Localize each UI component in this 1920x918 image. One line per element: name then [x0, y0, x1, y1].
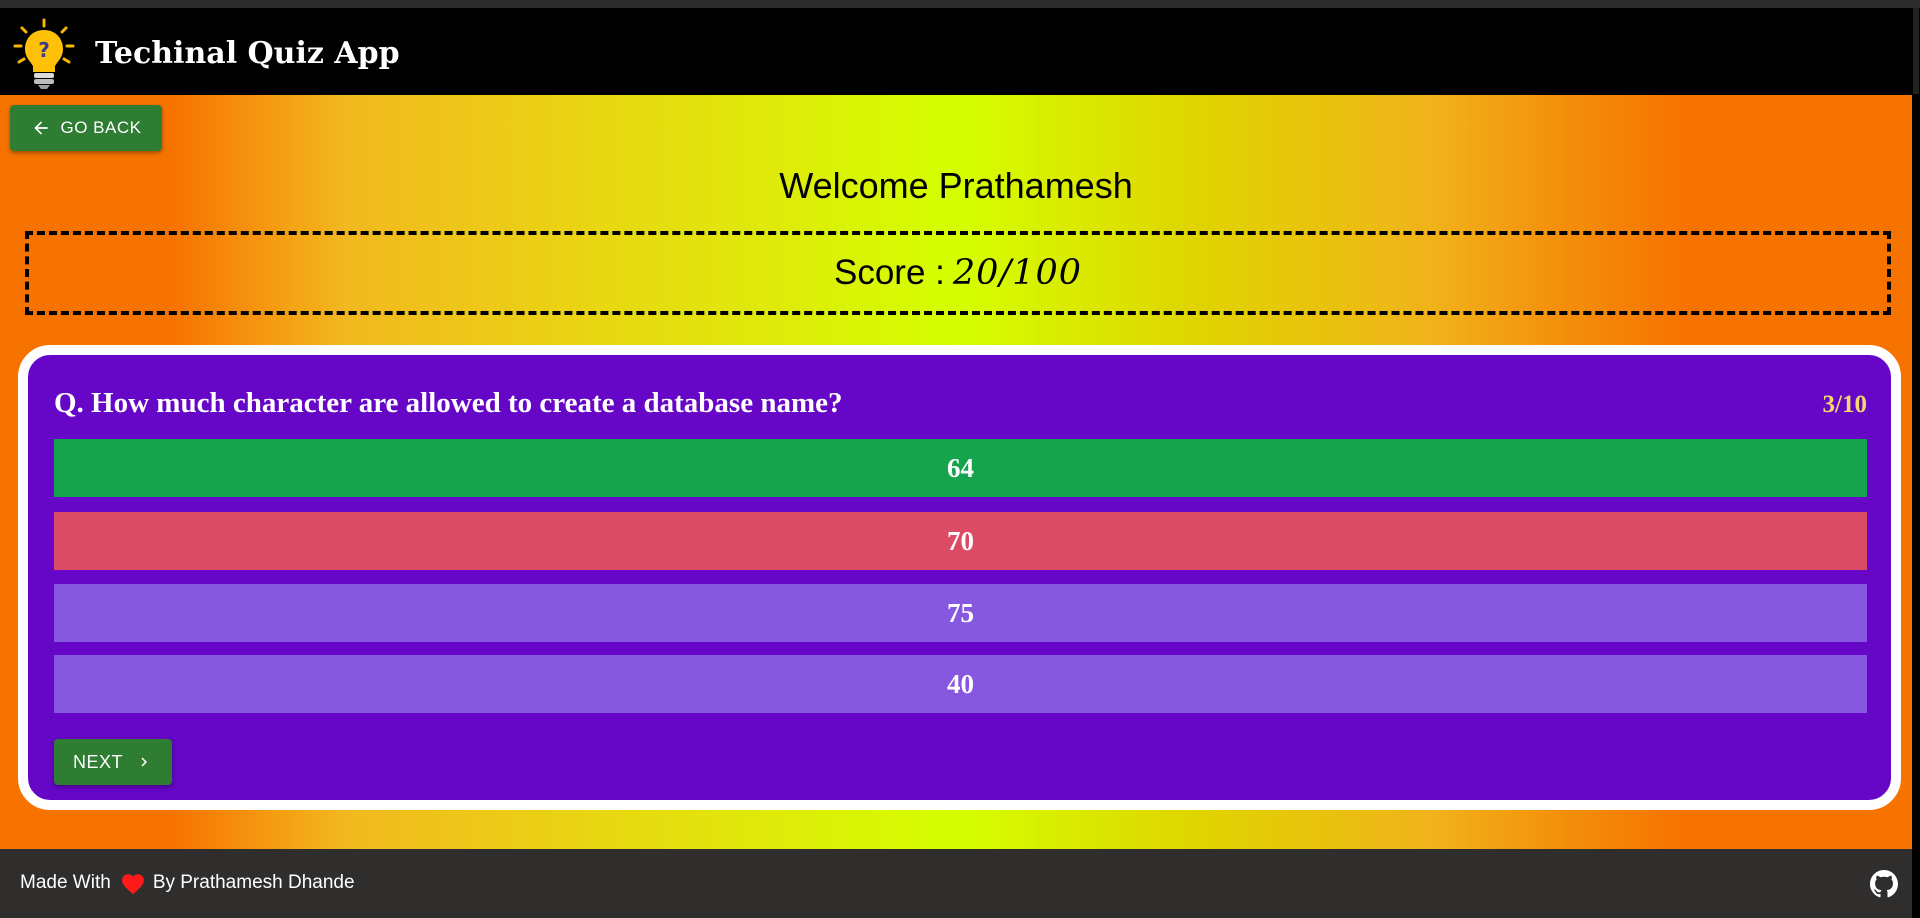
score-label: Score :	[833, 253, 945, 292]
welcome-heading: Welcome Prathamesh	[779, 165, 1133, 206]
question-counter: 3/10	[1822, 391, 1867, 418]
quiz-card: Q. How much character are allowed to cre…	[18, 345, 1901, 810]
next-label: NEXT	[72, 751, 123, 772]
go-back-button[interactable]: GO BACK	[10, 105, 162, 151]
heart-icon	[119, 871, 147, 895]
main-area: GO BACK Welcome Prathamesh Score : 20/10…	[0, 95, 1912, 849]
scrollbar-thumb[interactable]	[1913, 8, 1919, 94]
answer-option-wrong[interactable]: 70	[54, 512, 1867, 570]
next-button[interactable]: NEXT	[54, 739, 172, 785]
answer-option-label: 75	[947, 597, 974, 628]
app-header: ? Techinal Quiz App	[0, 8, 1920, 95]
footer-credit: Made With By Prathamesh Dhande	[20, 871, 355, 895]
footer: Made With By Prathamesh Dhande	[0, 849, 1912, 918]
answer-option-label: 64	[947, 452, 974, 483]
chevron-right-icon	[135, 753, 153, 771]
author-text: By Prathamesh Dhande	[152, 872, 355, 893]
score-value: 20/100	[952, 253, 1083, 293]
answer-option-label: 70	[947, 525, 974, 556]
answer-option[interactable]: 75	[54, 584, 1867, 642]
made-with-text: Made With	[20, 872, 111, 893]
github-icon[interactable]	[1870, 870, 1898, 898]
score-box: Score : 20/100	[25, 231, 1891, 315]
arrow-left-icon	[31, 118, 51, 138]
go-back-label: GO BACK	[60, 118, 142, 137]
window-top-edge	[0, 0, 1920, 8]
answer-option-label: 40	[947, 668, 974, 699]
answer-option[interactable]: 40	[54, 655, 1867, 713]
answer-option-correct[interactable]: 64	[54, 439, 1867, 497]
app-title: Techinal Quiz App	[95, 36, 400, 71]
question-text: Q. How much character are allowed to cre…	[54, 387, 843, 419]
svg-text:?: ?	[38, 38, 50, 62]
lightbulb-question-icon: ?	[12, 18, 76, 92]
scrollbar[interactable]	[1912, 8, 1920, 918]
